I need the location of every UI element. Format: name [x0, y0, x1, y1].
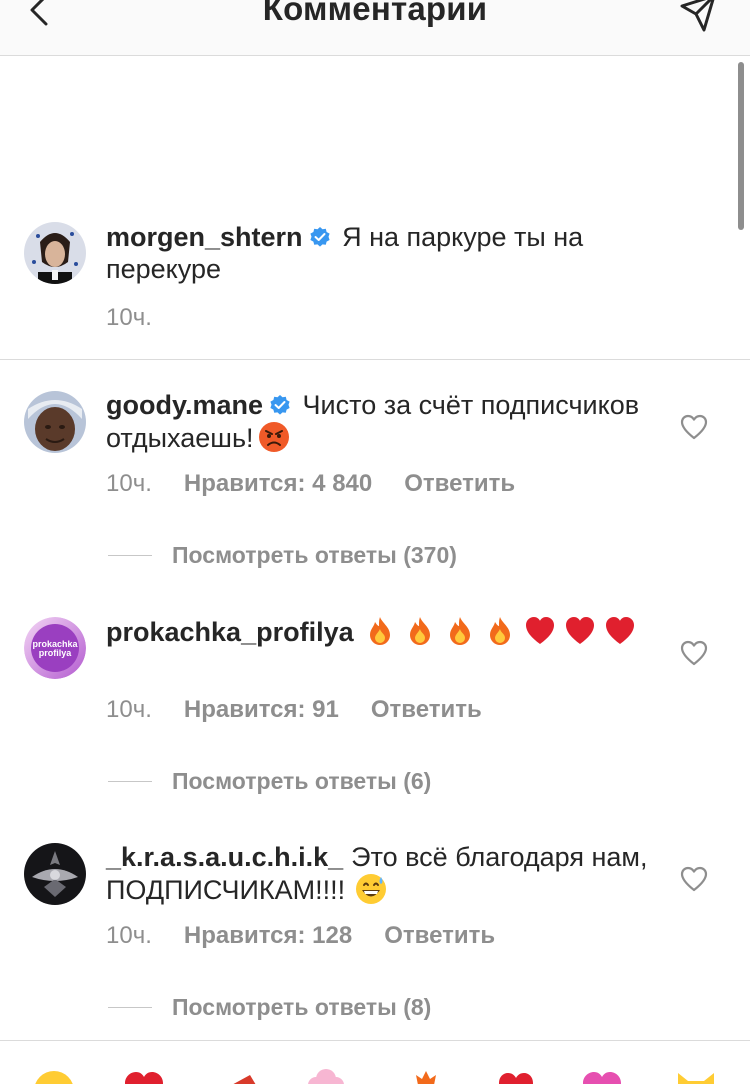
reply-button[interactable]: Ответить: [404, 470, 515, 497]
view-replies-button[interactable]: Посмотреть ответы (6): [108, 768, 431, 795]
clapping-hands-emoji-icon[interactable]: [220, 1069, 264, 1084]
caption-text-block: morgen_shtern Я на паркуре ты на перекур…: [106, 221, 666, 285]
send-direct-icon[interactable]: [676, 0, 722, 38]
divider-line: [108, 1007, 152, 1008]
timestamp: 10ч.: [106, 304, 152, 331]
likes-count[interactable]: Нравится: 91: [184, 696, 339, 723]
view-replies-label: Посмотреть ответы (8): [172, 994, 432, 1020]
red-heart-emoji-icon: [605, 617, 634, 644]
verified-badge-icon: [309, 227, 330, 247]
comment-text-block: prokachka_profilya: [106, 615, 666, 648]
fire-emoji-icon: [369, 617, 390, 645]
flower-emoji-icon[interactable]: [304, 1069, 348, 1084]
comment-meta: 10ч. Нравится: 4 840 Ответить: [106, 470, 515, 498]
smiling-face-emoji-icon[interactable]: [32, 1069, 76, 1084]
red-heart-emoji-icon: [525, 617, 554, 644]
comment-username[interactable]: goody.mane: [106, 390, 263, 420]
timestamp: 10ч.: [106, 470, 152, 497]
fire-emoji-icon[interactable]: [404, 1069, 448, 1084]
view-replies-label: Посмотреть ответы (370): [172, 542, 457, 568]
avatar[interactable]: prokachka profilya: [24, 617, 86, 679]
verified-badge-icon: [270, 395, 290, 415]
comment-text-block: goody.mane Чисто за счёт подписчиков отд…: [106, 389, 666, 454]
fire-emoji-icon: [449, 617, 470, 645]
quick-emoji-bar: [0, 1040, 750, 1084]
like-heart-icon[interactable]: [680, 866, 708, 892]
avatar-brand-text: profilya: [39, 648, 73, 658]
comment-meta: 10ч. Нравится: 91 Ответить: [106, 696, 482, 724]
avatar[interactable]: [24, 843, 86, 905]
view-replies-button[interactable]: Посмотреть ответы (370): [108, 542, 457, 569]
likes-count[interactable]: Нравится: 128: [184, 922, 352, 949]
divider-line: [108, 555, 152, 556]
page-title: Комментарии: [262, 0, 488, 27]
fire-emoji-icon: [409, 617, 430, 645]
comment-username[interactable]: _k.r.a.s.a.u.c.h.i.k_: [106, 842, 343, 872]
angry-face-emoji-icon: [258, 422, 289, 452]
timestamp: 10ч.: [106, 922, 152, 949]
caption-username[interactable]: morgen_shtern: [106, 222, 303, 252]
cat-face-emoji-icon[interactable]: [674, 1069, 718, 1084]
avatar[interactable]: [24, 222, 86, 284]
caption-meta: 10ч.: [106, 304, 152, 332]
comment-meta: 10ч. Нравится: 128 Ответить: [106, 922, 495, 950]
divider-line: [108, 781, 152, 782]
fire-emoji-icon: [489, 617, 510, 645]
reply-button[interactable]: Ответить: [371, 696, 482, 723]
view-replies-button[interactable]: Посмотреть ответы (8): [108, 994, 431, 1021]
red-heart-emoji-icon[interactable]: [122, 1069, 166, 1084]
post-caption: morgen_shtern Я на паркуре ты на перекур…: [0, 56, 750, 360]
red-heart-emoji-icon: [565, 617, 594, 644]
view-replies-label: Посмотреть ответы (6): [172, 768, 432, 794]
red-heart-emoji-icon[interactable]: [494, 1069, 538, 1084]
reply-button[interactable]: Ответить: [384, 922, 495, 949]
avatar[interactable]: [24, 391, 86, 453]
timestamp: 10ч.: [106, 696, 152, 723]
grinning-sweat-emoji-icon: [356, 874, 387, 904]
likes-count[interactable]: Нравится: 4 840: [184, 470, 372, 497]
comment-text-block: _k.r.a.s.a.u.c.h.i.k_ Это всё благодаря н…: [106, 841, 666, 906]
sparkling-heart-emoji-icon[interactable]: [580, 1069, 624, 1084]
header-bar: Комментарии: [0, 0, 750, 56]
like-heart-icon[interactable]: [680, 640, 708, 666]
comment-username[interactable]: prokachka_profilya: [106, 617, 354, 647]
like-heart-icon[interactable]: [680, 414, 708, 440]
